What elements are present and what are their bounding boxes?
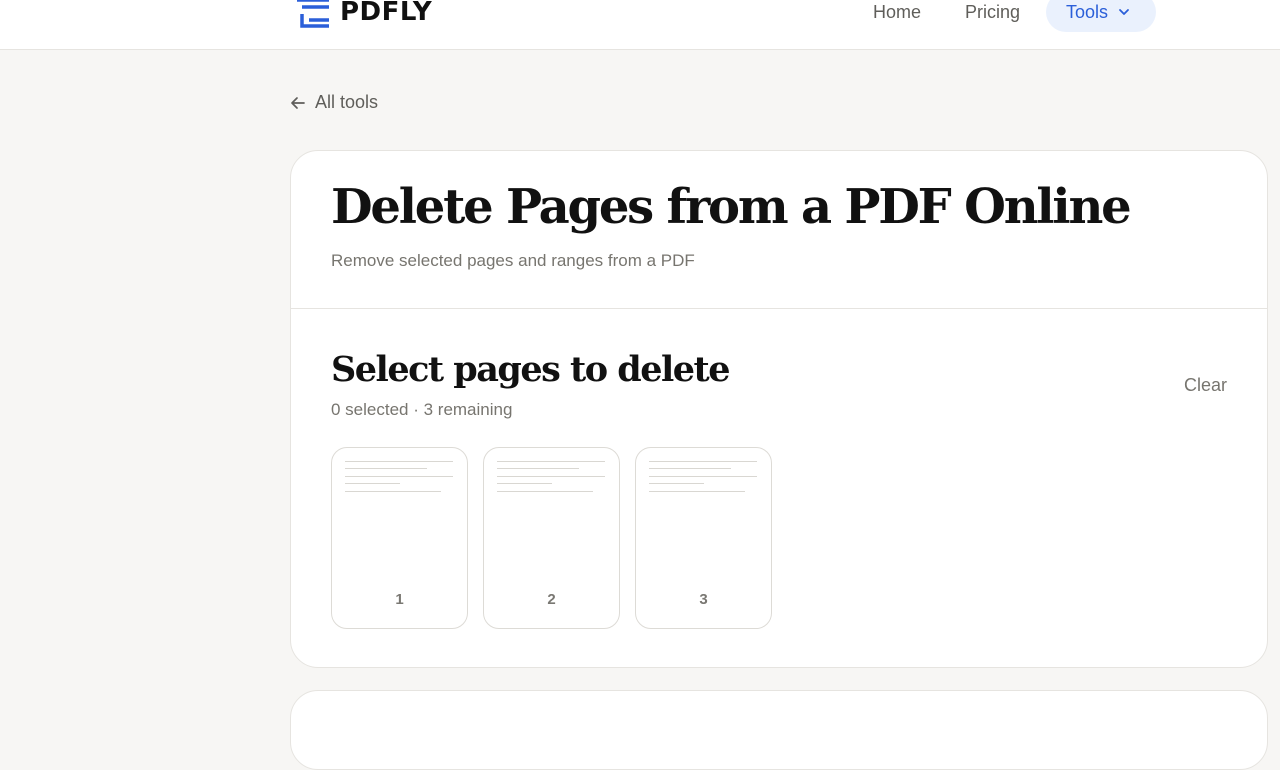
thumbnail-text-line — [497, 461, 605, 462]
page-subtitle: Remove selected pages and ranges from a … — [331, 251, 695, 270]
thumbnail-text-line — [649, 483, 704, 484]
nav-tools-label: Tools — [1066, 1, 1109, 22]
delete-pages-tool-card: Delete Pages from a PDF Online Remove se… — [290, 150, 1268, 668]
thumbnail-text-line — [649, 491, 745, 492]
pdfly-logo[interactable]: PDFLY — [296, 0, 432, 30]
logo-text: PDFLY — [340, 0, 433, 27]
thumbnail-text-line — [345, 461, 453, 462]
top-navigation-bar: PDFLY Home Pricing Tools — [0, 0, 1280, 50]
back-to-all-tools-link[interactable]: All tools — [290, 92, 378, 113]
page-thumbnail[interactable]: 2 — [483, 447, 620, 629]
back-link-label: All tools — [315, 92, 379, 112]
thumbnail-text-line — [649, 476, 757, 477]
page-number: 1 — [395, 591, 404, 608]
thumbnail-text-line — [345, 476, 453, 477]
thumbnail-text-line — [345, 491, 441, 492]
clear-selection-button[interactable]: Clear — [1184, 375, 1227, 396]
nav-tools-dropdown-button[interactable]: Tools — [1046, 0, 1156, 32]
page-number: 2 — [547, 591, 556, 608]
arrow-left-icon — [291, 96, 305, 109]
nav-home-link[interactable]: Home — [873, 2, 921, 23]
next-section-card — [290, 690, 1268, 770]
thumbnail-text-line — [649, 468, 731, 469]
select-pages-heading: Select pages to delete — [331, 349, 731, 390]
page-title: Delete Pages from a PDF Online — [331, 179, 1132, 235]
chevron-down-icon — [1119, 9, 1129, 15]
selection-status: 0 selected · 3 remaining — [331, 400, 513, 419]
page-thumbnail[interactable]: 3 — [635, 447, 772, 629]
section-divider — [291, 308, 1267, 309]
thumbnail-text-line — [497, 483, 552, 484]
thumbnail-text-line — [497, 491, 593, 492]
page-thumbnail-grid: 1 2 3 — [331, 447, 772, 629]
page-thumbnail[interactable]: 1 — [331, 447, 468, 629]
page-number: 3 — [699, 591, 708, 608]
stacked-tray-logo-icon — [297, 0, 329, 28]
thumbnail-text-line — [649, 461, 757, 462]
thumbnail-text-line — [345, 483, 400, 484]
nav-pricing-link[interactable]: Pricing — [965, 2, 1020, 23]
thumbnail-text-line — [345, 468, 427, 469]
thumbnail-text-line — [497, 468, 579, 469]
thumbnail-text-line — [497, 476, 605, 477]
